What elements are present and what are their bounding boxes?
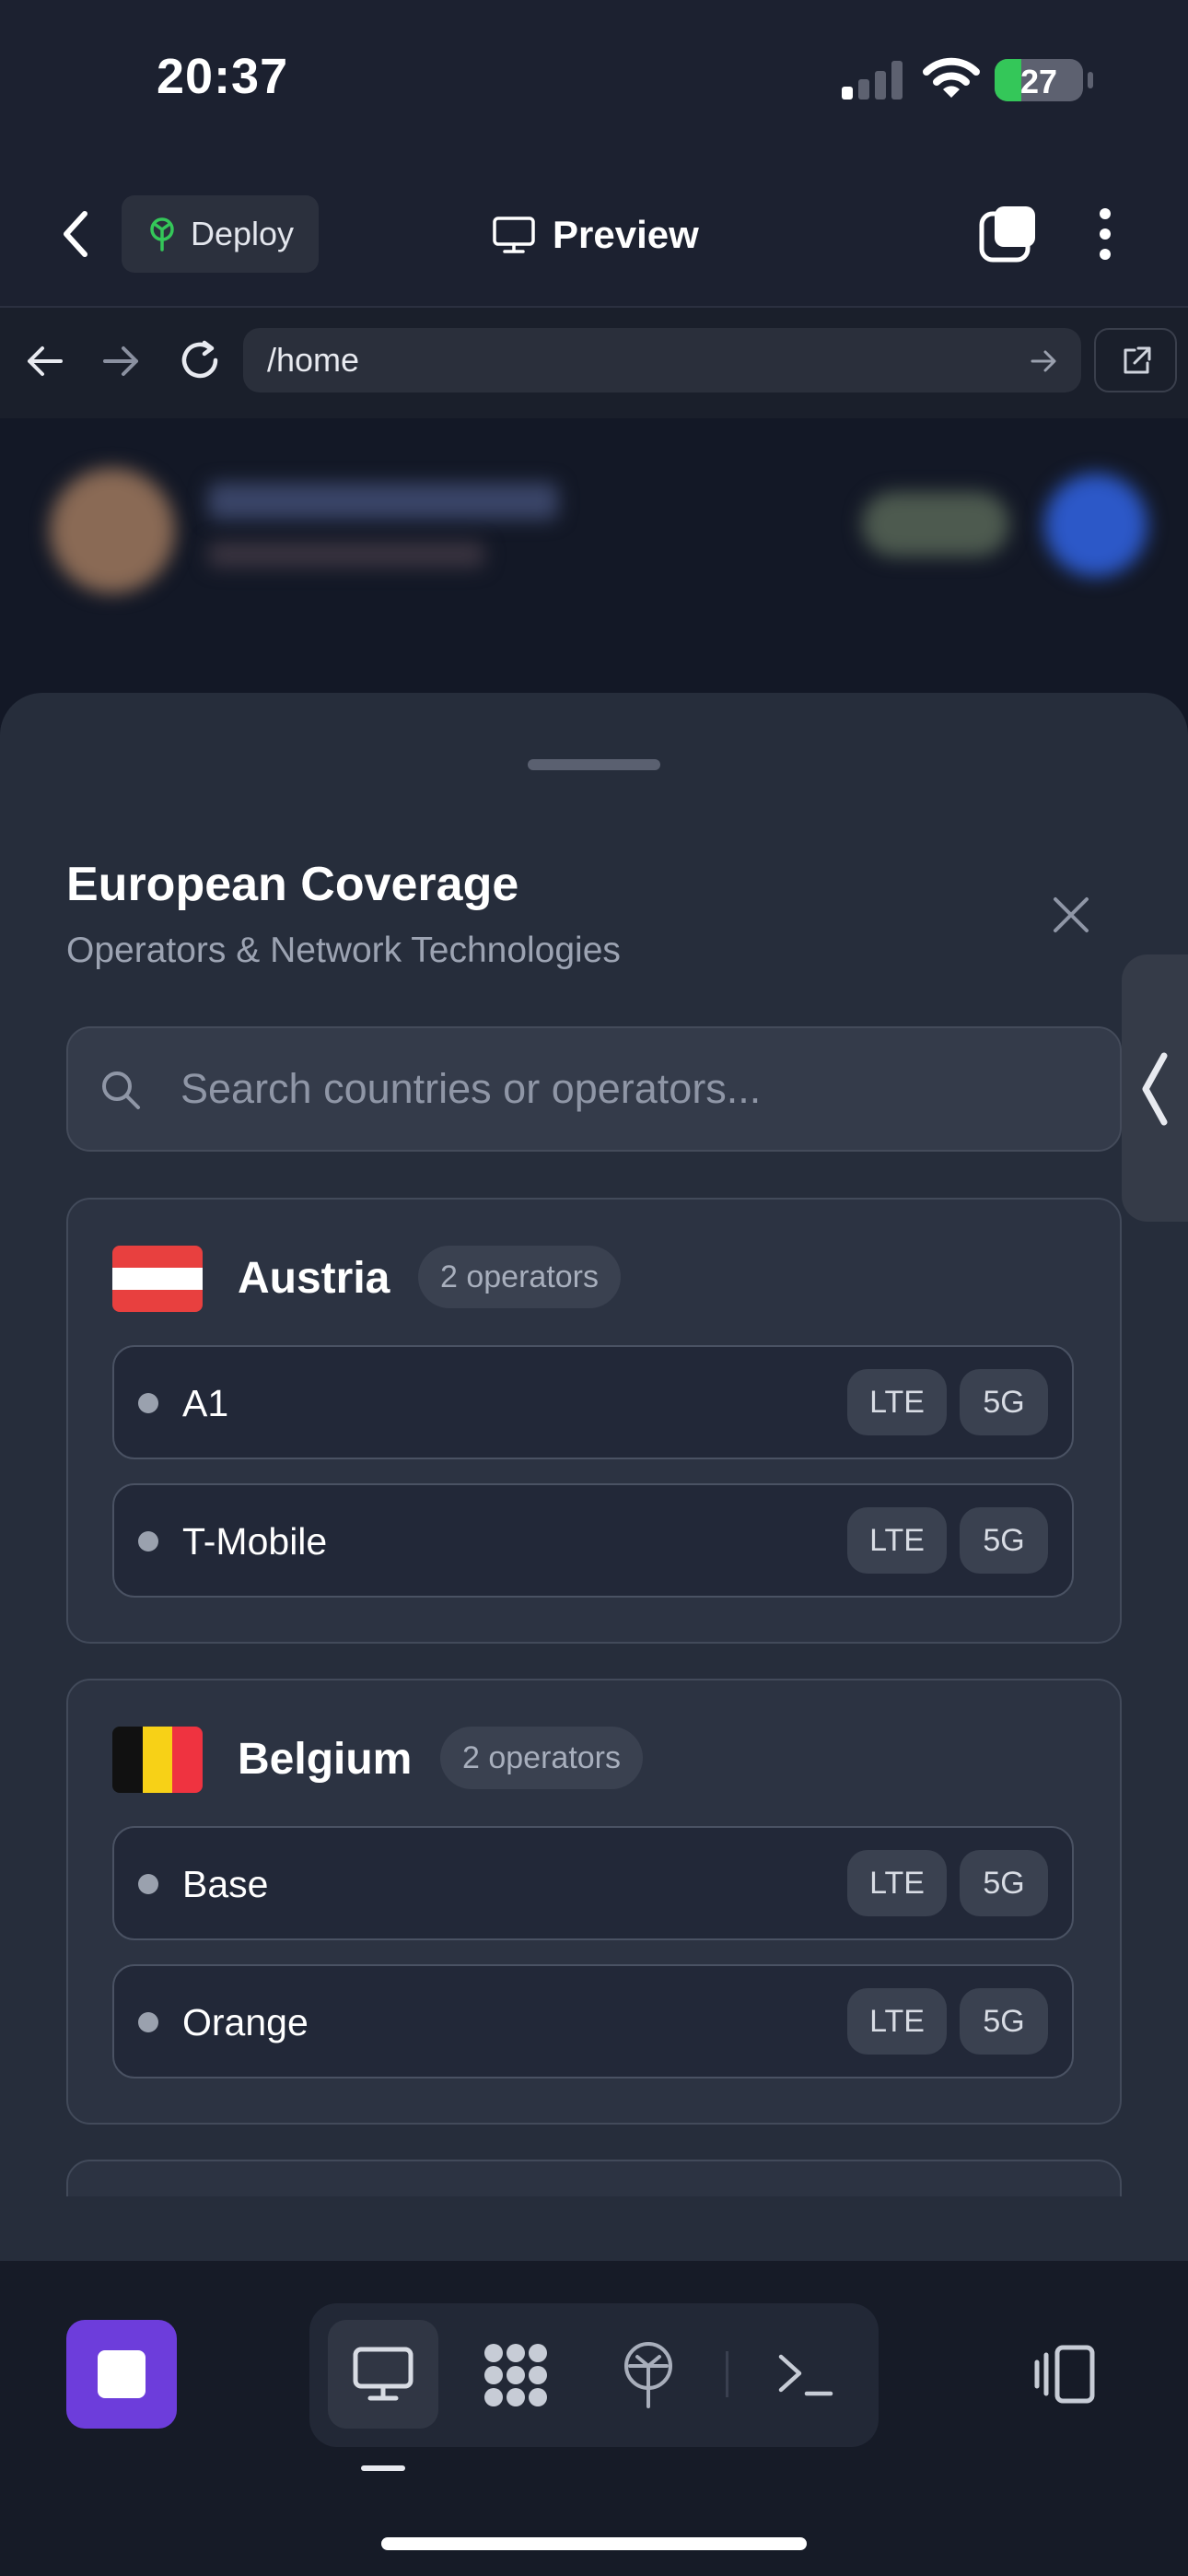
operator-count-badge: 2 operators (418, 1246, 621, 1308)
flag-stripe (112, 1727, 143, 1793)
subtext-placeholder (208, 542, 484, 568)
deploy-tab-icon[interactable] (619, 2340, 678, 2410)
operator-row-t-mobile[interactable]: T-Mobile LTE 5G (112, 1483, 1074, 1598)
side-panel-handle[interactable] (1122, 954, 1188, 1222)
url-field[interactable] (243, 328, 1081, 392)
country-name: Belgium (238, 1735, 413, 1784)
status-dot (138, 1393, 158, 1413)
preview-tab-icon (352, 2346, 414, 2403)
sheet-subtitle: Operators & Network Technologies (66, 931, 621, 970)
search-icon (99, 1069, 142, 1111)
home-indicator (381, 2537, 807, 2550)
chevron-left-icon (1138, 1052, 1170, 1126)
back-icon[interactable] (57, 208, 94, 260)
url-text[interactable]: /home (267, 341, 359, 380)
tag-5g: 5G (960, 1369, 1048, 1435)
sheet-grabber[interactable] (528, 759, 660, 770)
country-card-next (66, 2160, 1122, 2196)
flag-stripe (112, 1268, 203, 1290)
search-input[interactable] (181, 1060, 1083, 1118)
flag-belgium (112, 1727, 203, 1793)
reload-icon[interactable] (177, 337, 223, 383)
tag-5g: 5G (960, 1850, 1048, 1916)
operator-name: Base (182, 1863, 269, 1905)
open-external-button[interactable] (1094, 328, 1177, 392)
signal-icon (842, 61, 903, 100)
operator-row-orange[interactable]: Orange LTE 5G (112, 1964, 1074, 2078)
deploy-icon (146, 217, 178, 252)
tag-lte: LTE (847, 1507, 947, 1574)
more-icon[interactable] (1092, 206, 1118, 262)
device-toggle-icon[interactable] (1031, 2342, 1098, 2406)
wifi-icon (923, 57, 980, 100)
operator-name: A1 (182, 1382, 229, 1424)
flag-stripe (142, 1727, 173, 1793)
status-dot (138, 2012, 158, 2032)
country-name: Austria (238, 1254, 390, 1303)
operator-name: T-Mobile (182, 1520, 328, 1563)
status-dot (138, 1874, 158, 1894)
go-arrow-icon[interactable] (1030, 346, 1059, 376)
close-icon[interactable] (1050, 894, 1092, 936)
deploy-label: Deploy (190, 215, 295, 252)
avatar (50, 468, 175, 593)
greeting-placeholder (208, 483, 558, 520)
battery-cap (1088, 72, 1093, 88)
open-external-icon (1120, 345, 1153, 378)
tag-lte: LTE (847, 1369, 947, 1435)
stop-icon (98, 2350, 146, 2398)
battery-icon: 27 (995, 59, 1083, 101)
flag-stripe (112, 1290, 203, 1312)
page-title: Preview (492, 203, 699, 267)
flag-stripe (172, 1727, 203, 1793)
browser-forward-icon[interactable] (101, 341, 142, 381)
tab-divider (726, 2351, 728, 2397)
deploy-button[interactable]: Deploy (122, 195, 319, 273)
flag-austria (112, 1246, 203, 1312)
operator-count-badge: 2 operators (440, 1727, 643, 1789)
tabs-icon[interactable] (978, 205, 1039, 263)
active-tab-indicator (361, 2465, 405, 2471)
sheet-title: European Coverage (66, 858, 519, 911)
preview-label: Preview (553, 213, 699, 256)
flag-stripe (112, 1246, 203, 1268)
tag-5g: 5G (960, 1988, 1048, 2055)
operator-row-base[interactable]: Base LTE 5G (112, 1826, 1074, 1940)
stop-button[interactable] (66, 2320, 177, 2429)
status-dot (138, 1531, 158, 1551)
status-time: 20:37 (157, 49, 289, 104)
graph-tab-icon[interactable] (481, 2340, 551, 2410)
badge-placeholder (862, 492, 1009, 556)
monitor-icon (492, 216, 536, 254)
operator-name: Orange (182, 2001, 309, 2043)
tag-lte: LTE (847, 1988, 947, 2055)
battery-level: 27 (1019, 63, 1058, 100)
tag-5g: 5G (960, 1507, 1048, 1574)
profile-circle (1044, 474, 1147, 577)
terminal-tab-icon[interactable] (775, 2349, 834, 2401)
tag-lte: LTE (847, 1850, 947, 1916)
browser-back-icon[interactable] (24, 341, 64, 381)
operator-row-a1[interactable]: A1 LTE 5G (112, 1345, 1074, 1459)
